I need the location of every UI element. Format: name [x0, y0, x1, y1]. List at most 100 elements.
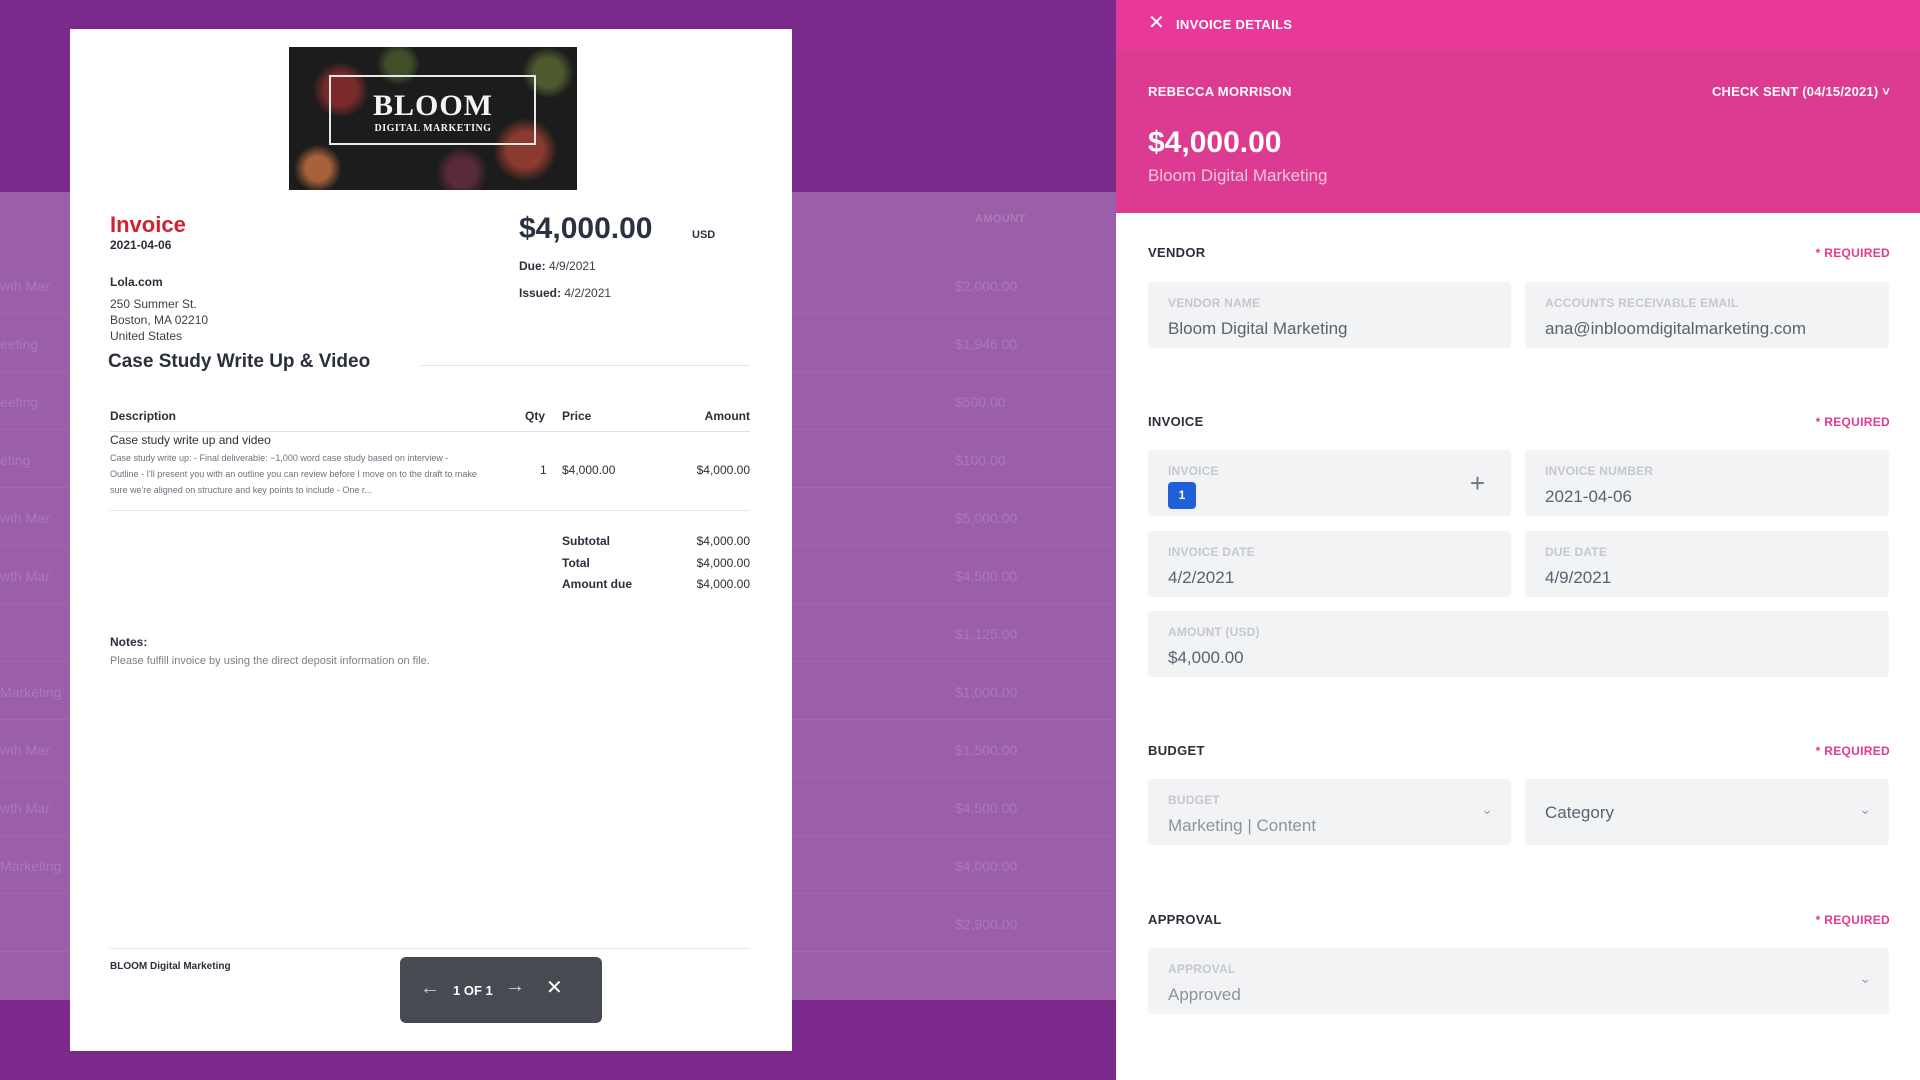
- invoice-attachment-label: INVOICE: [1168, 464, 1219, 478]
- background-row-amount: $1,125.00: [955, 626, 1018, 642]
- chevron-down-icon: ⌄: [1859, 801, 1871, 817]
- background-row-amount: $2,900.00: [955, 916, 1018, 932]
- column-amount: Amount: [704, 409, 750, 423]
- amount-field[interactable]: AMOUNT (USD) $4,000.00: [1148, 611, 1889, 677]
- from-company: Lola.com: [110, 275, 163, 289]
- subtotal-label: Subtotal: [562, 534, 610, 548]
- budget-label: BUDGET: [1168, 793, 1220, 807]
- background-row-amount: $500.00: [955, 394, 1006, 410]
- line-item-amount: $4,000.00: [696, 463, 750, 477]
- background-row-label: eeting: [0, 336, 39, 352]
- page-count: 1 OF 1: [453, 983, 493, 998]
- background-row-label: wth Mar: [0, 510, 50, 526]
- approval-select[interactable]: APPROVAL Approved ⌄: [1148, 948, 1889, 1014]
- invoice-date-label: INVOICE DATE: [1168, 545, 1255, 559]
- vendor-name-field[interactable]: VENDOR NAME Bloom Digital Marketing: [1148, 282, 1511, 348]
- background-row-amount: $1,500.00: [955, 742, 1018, 758]
- background-row-label: eeting: [0, 394, 39, 410]
- ar-email-value: ana@inbloomdigitalmarketing.com: [1545, 319, 1807, 338]
- panel-summary: REBECCA MORRISON CHECK SENT (04/15/2021)…: [1116, 50, 1920, 213]
- vendor-name-value: Bloom Digital Marketing: [1168, 319, 1348, 338]
- vendor-logo: BLOOM DIGITAL MARKETING: [289, 47, 577, 190]
- due-label: Due:: [519, 259, 546, 273]
- subtotal-value: $4,000.00: [696, 534, 750, 548]
- from-street: 250 Summer St.: [110, 297, 197, 311]
- plus-icon[interactable]: +: [1470, 468, 1485, 499]
- requester-name: REBECCA MORRISON: [1148, 84, 1292, 99]
- background-row-label: Marketing: [0, 858, 62, 874]
- arrow-left-icon[interactable]: ←: [420, 977, 440, 1000]
- due-date-label: DUE DATE: [1545, 545, 1608, 559]
- invoice-label: Invoice: [110, 212, 186, 237]
- approval-value: Approved: [1168, 985, 1241, 1004]
- required-indicator: * REQUIRED: [1815, 913, 1890, 927]
- close-icon[interactable]: ✕: [1148, 10, 1165, 35]
- close-icon[interactable]: ✕: [546, 975, 563, 1000]
- background-row-amount: $5,000.00: [955, 510, 1018, 526]
- background-row-amount: $100.00: [955, 452, 1006, 468]
- background-row-label: wth Mar: [0, 742, 50, 758]
- due-date: Due: 4/9/2021: [519, 259, 596, 273]
- project-title: Case Study Write Up & Video: [108, 351, 371, 372]
- notes-label: Notes:: [110, 635, 148, 649]
- invoice-file-badge[interactable]: 1: [1168, 482, 1196, 509]
- due-date-field[interactable]: DUE DATE 4/9/2021: [1525, 531, 1889, 597]
- chevron-down-icon: ⌄: [1481, 801, 1493, 817]
- line-item-price: $4,000.00: [562, 463, 616, 477]
- budget-section-heading: BUDGET: [1148, 743, 1205, 758]
- approval-section-heading: APPROVAL: [1148, 912, 1222, 927]
- required-indicator: * REQUIRED: [1815, 246, 1890, 260]
- approval-label: APPROVAL: [1168, 962, 1236, 976]
- budget-select[interactable]: BUDGET Marketing | Content ⌄: [1148, 779, 1511, 845]
- vendor-section-heading: VENDOR: [1148, 245, 1206, 260]
- column-qty: Qty: [525, 409, 546, 423]
- invoice-number-label: INVOICE NUMBER: [1545, 464, 1654, 478]
- background-row-label: wth Mar: [0, 800, 50, 816]
- from-country: United States: [110, 329, 183, 343]
- amount-value: $4,000.00: [1168, 648, 1244, 667]
- logo-title: BLOOM: [372, 89, 493, 122]
- bill-from-address: Lola.com 250 Summer St. Boston, MA 02210…: [110, 274, 208, 344]
- issued-date: Issued: 4/2/2021: [519, 286, 611, 300]
- background-row-label: eting: [0, 452, 31, 468]
- invoice-currency: USD: [692, 229, 716, 241]
- divider: [110, 510, 750, 511]
- background-row-label: wth Mar: [0, 278, 50, 294]
- ar-email-field[interactable]: ACCOUNTS RECEIVABLE EMAIL ana@inbloomdig…: [1525, 282, 1889, 348]
- summary-amount: $4,000.00: [1148, 126, 1282, 159]
- background-row-label: Marketing: [0, 684, 62, 700]
- category-placeholder: Category: [1545, 803, 1614, 822]
- line-item-name: Case study write up and video: [110, 433, 271, 447]
- invoice-number: 2021-04-06: [110, 238, 172, 252]
- from-city: Boston, MA 02210: [110, 313, 209, 327]
- arrow-right-icon[interactable]: →: [505, 975, 525, 998]
- notes-text: Please fulfill invoice by using the dire…: [110, 655, 430, 667]
- divider: [420, 365, 750, 366]
- background-amount-header: AMOUNT: [975, 213, 1026, 225]
- required-indicator: * REQUIRED: [1815, 744, 1890, 758]
- line-item-qty: 1: [540, 463, 547, 477]
- issued-value: 4/2/2021: [564, 286, 612, 300]
- invoice-number-value: 2021-04-06: [1545, 487, 1632, 506]
- invoice-document: BLOOM DIGITAL MARKETING Invoice 2021-04-…: [70, 29, 792, 1051]
- amount-due-label: Amount due: [562, 577, 632, 591]
- issued-label: Issued:: [519, 286, 562, 300]
- status-dropdown[interactable]: CHECK SENT (04/15/2021) ˅: [1712, 84, 1890, 99]
- category-select[interactable]: Category ⌄: [1525, 779, 1889, 845]
- invoice-attachment-field[interactable]: INVOICE 1 +: [1148, 450, 1511, 516]
- invoice-date-value: 4/2/2021: [1168, 568, 1235, 587]
- logo-subtitle: DIGITAL MARKETING: [374, 123, 492, 134]
- background-row-amount: $1,946.00: [955, 336, 1018, 352]
- divider: [110, 948, 750, 949]
- background-row-amount: $4,500.00: [955, 568, 1018, 584]
- total-value: $4,000.00: [696, 556, 750, 570]
- background-row-amount: $4,500.00: [955, 800, 1018, 816]
- amount-label: AMOUNT (USD): [1168, 625, 1260, 639]
- vendor-name-label: VENDOR NAME: [1168, 296, 1261, 310]
- panel-titlebar: ✕ INVOICE DETAILS: [1116, 0, 1920, 50]
- invoice-date-field[interactable]: INVOICE DATE 4/2/2021: [1148, 531, 1511, 597]
- due-value: 4/9/2021: [549, 259, 596, 273]
- divider: [110, 431, 750, 432]
- invoice-number-field[interactable]: INVOICE NUMBER 2021-04-06: [1525, 450, 1889, 516]
- amount-due-value: $4,000.00: [696, 577, 750, 591]
